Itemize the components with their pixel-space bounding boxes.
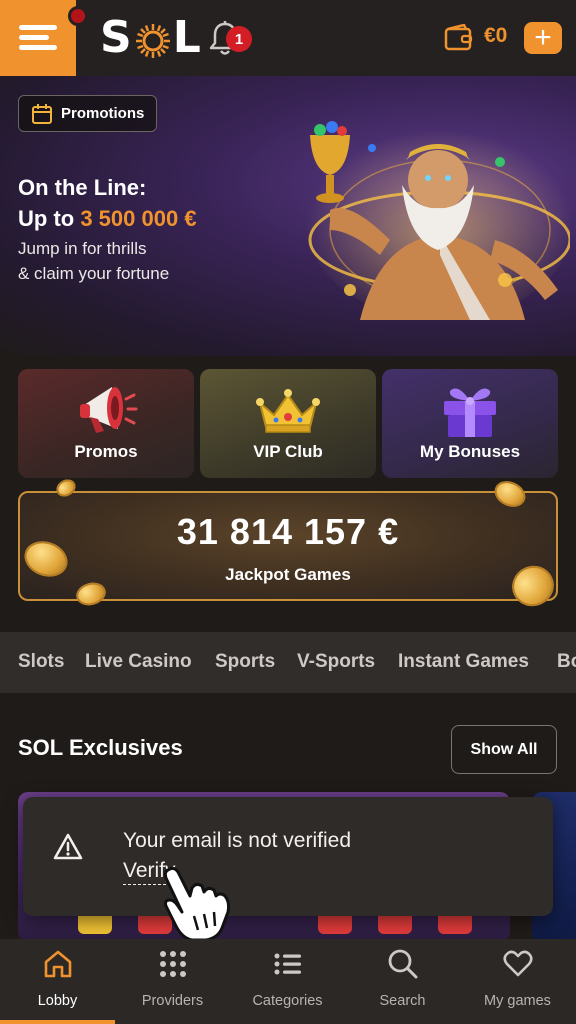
hero-title-line1: On the Line: xyxy=(18,175,147,200)
tile-promos-label: Promos xyxy=(74,442,138,461)
show-all-button[interactable]: Show All xyxy=(451,725,557,774)
category-nav: Slots Live Casino Sports V-Sports Instan… xyxy=(0,632,576,693)
top-header: S L 1 €0 + xyxy=(0,0,576,76)
section-title-exclusives: SOL Exclusives xyxy=(18,735,183,760)
deposit-button[interactable]: + xyxy=(524,22,562,54)
nav-providers-label: Providers xyxy=(141,993,204,1009)
hero-subtitle: Jump in for thrills & claim your fortune xyxy=(18,236,169,286)
search-icon xyxy=(388,949,417,979)
hero-banner[interactable]: Promotions On the Line: Up to 3 500 000 … xyxy=(0,76,576,356)
email-verification-toast: Your email is not verified Verify xyxy=(23,797,553,916)
hero-subtitle-line2: & claim your fortune xyxy=(18,264,170,283)
crown-icon xyxy=(256,389,320,433)
zeus-illustration xyxy=(305,120,570,320)
promotions-tag-label: Promotions xyxy=(61,105,145,122)
category-slots[interactable]: Slots xyxy=(18,651,64,673)
menu-button[interactable] xyxy=(0,0,76,76)
gift-icon xyxy=(444,388,496,437)
category-live-casino[interactable]: Live Casino xyxy=(85,651,192,673)
tile-my-bonuses[interactable]: My Bonuses xyxy=(382,369,558,478)
tile-vip-label: VIP Club xyxy=(253,442,323,461)
hero-title-line2: Up to 3 500 000 € xyxy=(18,203,197,234)
nav-categories-label: Categories xyxy=(252,993,323,1009)
sun-logo-icon xyxy=(135,19,171,58)
list-icon xyxy=(274,953,301,975)
hamburger-icon xyxy=(19,25,57,51)
nav-providers[interactable]: Providers xyxy=(115,939,230,1024)
hero-amount: 3 500 000 € xyxy=(80,206,197,231)
nav-search-label: Search xyxy=(379,993,426,1009)
calendar-icon xyxy=(32,103,52,124)
notification-badge: 1 xyxy=(226,26,252,52)
tile-promos[interactable]: Promos xyxy=(18,369,194,478)
nav-my-games-label: My games xyxy=(484,993,551,1009)
nav-active-indicator xyxy=(0,1020,115,1024)
nav-categories[interactable]: Categories xyxy=(230,939,345,1024)
category-instant-games[interactable]: Instant Games xyxy=(398,651,529,673)
category-v-sports[interactable]: V-Sports xyxy=(297,651,375,673)
home-icon xyxy=(44,950,71,978)
megaphone-icon xyxy=(80,387,138,433)
category-more[interactable]: Bo xyxy=(557,651,576,673)
logo-letter-s: S xyxy=(100,11,133,63)
hero-title-prefix: Up to xyxy=(18,206,81,231)
tile-bonuses-label: My Bonuses xyxy=(419,442,521,461)
hero-subtitle-line1: Jump in for thrills xyxy=(18,239,147,258)
nav-lobby[interactable]: Lobby xyxy=(0,939,115,1024)
nav-lobby-label: Lobby xyxy=(37,993,78,1009)
jackpot-label: Jackpot Games xyxy=(225,565,351,584)
bottom-nav: Lobby Providers Categories Search My gam… xyxy=(0,939,576,1024)
balance-amount[interactable]: €0 xyxy=(484,24,507,48)
hand-pointer-cursor-icon xyxy=(163,866,231,942)
nav-search[interactable]: Search xyxy=(345,939,460,1024)
jackpot-amount: 31 814 157 € xyxy=(176,511,400,552)
page: S L 1 €0 + Promotions On the Line: Up to… xyxy=(0,0,576,1024)
logo-letter-l: L xyxy=(172,11,202,63)
menu-alert-dot xyxy=(68,6,88,26)
grid-icon xyxy=(159,951,186,977)
wallet-icon[interactable] xyxy=(444,24,474,52)
heart-icon xyxy=(502,950,533,977)
sol-logo[interactable]: S L xyxy=(100,11,202,63)
warning-icon xyxy=(53,833,83,860)
category-sports[interactable]: Sports xyxy=(215,651,275,673)
tile-vip-club[interactable]: VIP Club xyxy=(200,369,376,478)
toast-message: Your email is not verified xyxy=(123,829,352,852)
nav-my-games[interactable]: My games xyxy=(460,939,575,1024)
promotions-tag[interactable]: Promotions xyxy=(18,95,158,132)
hero-title: On the Line: Up to 3 500 000 € xyxy=(18,172,197,234)
